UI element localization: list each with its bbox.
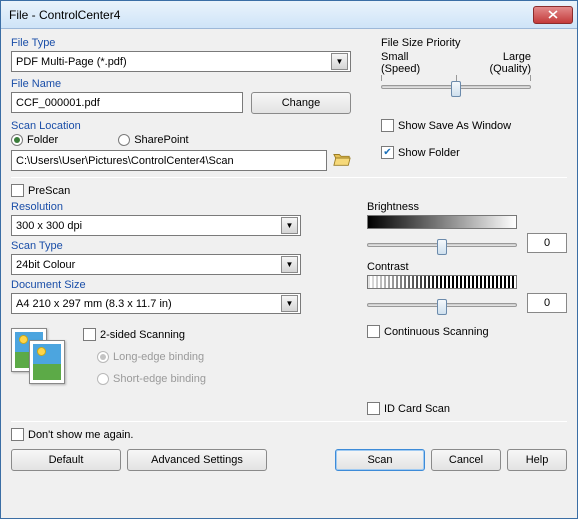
window-title: File - ControlCenter4 — [5, 8, 533, 22]
slider-thumb-icon[interactable] — [451, 81, 461, 97]
chevron-down-icon: ▼ — [281, 295, 298, 312]
show-save-as-label: Show Save As Window — [398, 120, 511, 132]
dont-show-again-checkbox[interactable]: Don't show me again. — [11, 428, 567, 441]
browse-folder-button[interactable] — [333, 151, 351, 170]
scan-type-label: Scan Type — [11, 240, 329, 252]
checkbox-checked-icon: ✔ — [381, 146, 394, 159]
two-sided-label: 2-sided Scanning — [100, 329, 185, 341]
scan-location-label: Scan Location — [11, 120, 351, 132]
file-name-input[interactable] — [11, 92, 243, 113]
resolution-value: 300 x 300 dpi — [16, 220, 82, 232]
two-sided-checkbox[interactable]: 2-sided Scanning — [83, 328, 206, 341]
document-size-label: Document Size — [11, 279, 329, 291]
radio-dot-icon — [118, 134, 130, 146]
titlebar: File - ControlCenter4 — [1, 1, 577, 29]
prescan-label: PreScan — [28, 185, 70, 197]
advanced-settings-button[interactable]: Advanced Settings — [127, 449, 267, 471]
chevron-down-icon: ▼ — [331, 53, 348, 70]
resolution-combo[interactable]: 300 x 300 dpi ▼ — [11, 215, 301, 236]
dialog-window: File - ControlCenter4 File Type PDF Mult… — [0, 0, 578, 519]
folder-radio-label: Folder — [27, 134, 58, 146]
slider-thumb-icon[interactable] — [437, 299, 447, 315]
contrast-slider[interactable] — [367, 299, 517, 307]
fsp-quality-label: (Quality) — [489, 63, 531, 75]
dont-show-again-label: Don't show me again. — [28, 429, 133, 441]
slider-thumb-icon[interactable] — [437, 239, 447, 255]
short-edge-radio: Short-edge binding — [97, 373, 206, 385]
show-folder-checkbox[interactable]: ✔ Show Folder — [381, 146, 567, 159]
resolution-label: Resolution — [11, 201, 329, 213]
brightness-slider[interactable] — [367, 239, 517, 247]
cancel-button[interactable]: Cancel — [431, 449, 501, 471]
contrast-gradient — [367, 275, 517, 289]
continuous-scanning-checkbox[interactable]: Continuous Scanning — [367, 325, 567, 338]
scan-path-input[interactable] — [11, 150, 327, 171]
show-folder-label: Show Folder — [398, 147, 460, 159]
show-save-as-checkbox[interactable]: Show Save As Window — [381, 119, 567, 132]
file-type-value: PDF Multi-Page (*.pdf) — [16, 56, 127, 68]
scan-type-combo[interactable]: 24bit Colour ▼ — [11, 254, 301, 275]
change-button[interactable]: Change — [251, 92, 351, 114]
file-size-priority-label: File Size Priority — [381, 37, 567, 49]
id-card-scan-checkbox[interactable]: ID Card Scan — [367, 402, 567, 415]
scan-location-folder-radio[interactable]: Folder — [11, 134, 58, 146]
file-name-label: File Name — [11, 78, 351, 90]
file-type-label: File Type — [11, 37, 351, 49]
checkbox-icon — [11, 184, 24, 197]
document-size-value: A4 210 x 297 mm (8.3 x 11.7 in) — [16, 298, 172, 310]
checkbox-icon — [11, 428, 24, 441]
prescan-checkbox[interactable]: PreScan — [11, 184, 567, 197]
divider — [11, 177, 567, 178]
short-edge-label: Short-edge binding — [113, 373, 206, 385]
scan-path-field[interactable] — [16, 155, 322, 167]
chevron-down-icon: ▼ — [281, 256, 298, 273]
scan-location-sharepoint-radio[interactable]: SharePoint — [118, 134, 188, 146]
checkbox-icon — [367, 325, 380, 338]
long-edge-radio: Long-edge binding — [97, 351, 206, 363]
close-icon — [548, 10, 558, 19]
scan-button[interactable]: Scan — [335, 449, 425, 471]
radio-dot-icon — [97, 373, 109, 385]
fsp-speed-label: (Speed) — [381, 63, 420, 75]
close-button[interactable] — [533, 6, 573, 24]
default-button[interactable]: Default — [11, 449, 121, 471]
brightness-label: Brightness — [367, 201, 567, 213]
long-edge-label: Long-edge binding — [113, 351, 204, 363]
fsp-large-label: Large — [503, 51, 531, 63]
brightness-gradient — [367, 215, 517, 229]
radio-dot-icon — [97, 351, 109, 363]
id-card-scan-label: ID Card Scan — [384, 403, 450, 415]
checkbox-icon — [367, 402, 380, 415]
divider — [11, 421, 567, 422]
brightness-value: 0 — [527, 233, 567, 253]
document-size-combo[interactable]: A4 210 x 297 mm (8.3 x 11.7 in) ▼ — [11, 293, 301, 314]
file-name-field[interactable] — [16, 97, 238, 109]
checkbox-icon — [83, 328, 96, 341]
contrast-value: 0 — [527, 293, 567, 313]
chevron-down-icon: ▼ — [281, 217, 298, 234]
folder-open-icon — [333, 151, 351, 167]
fsp-small-label: Small — [381, 51, 409, 63]
radio-dot-icon — [11, 134, 23, 146]
file-type-combo[interactable]: PDF Multi-Page (*.pdf) ▼ — [11, 51, 351, 72]
file-size-priority-slider[interactable] — [381, 75, 531, 89]
contrast-label: Contrast — [367, 261, 567, 273]
scan-type-value: 24bit Colour — [16, 259, 75, 271]
continuous-scanning-label: Continuous Scanning — [384, 326, 489, 338]
help-button[interactable]: Help — [507, 449, 567, 471]
checkbox-icon — [381, 119, 394, 132]
sharepoint-radio-label: SharePoint — [134, 134, 188, 146]
preview-thumbnails — [11, 328, 71, 384]
